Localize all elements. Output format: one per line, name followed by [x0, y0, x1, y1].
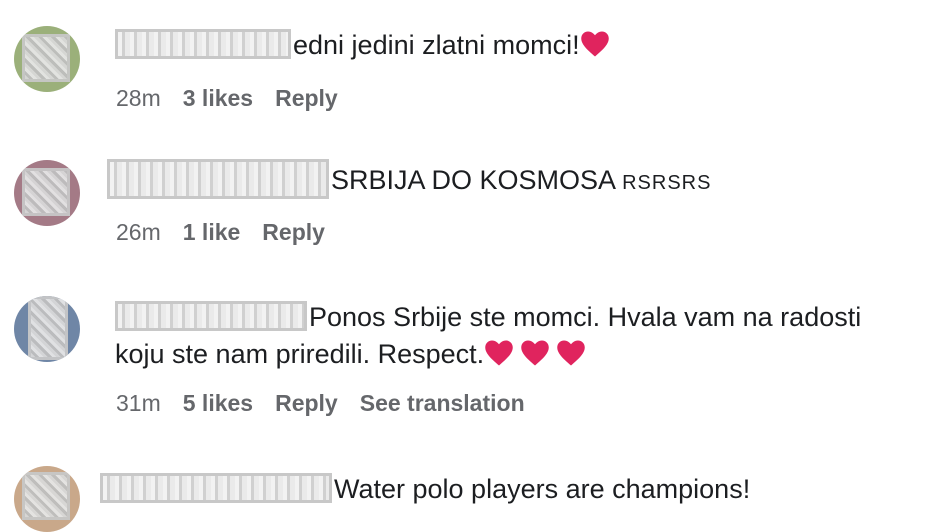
heart-icon — [485, 340, 513, 366]
heart-icon — [557, 340, 585, 366]
see-translation-button[interactable]: See translation — [360, 390, 525, 416]
redacted-username[interactable] — [115, 300, 307, 331]
likes-count[interactable]: 1 like — [183, 219, 241, 245]
avatar[interactable] — [14, 466, 80, 532]
comment-body-line1: Ponos Srbije ste momci. Hvala vam na rad… — [309, 302, 862, 332]
reply-button[interactable]: Reply — [262, 219, 325, 245]
comment-tail: RSRSRS — [622, 172, 712, 195]
comment-text: SRBIJA DO KOSMOSA RSRSRS — [107, 159, 712, 202]
comment-body: SRBIJA DO KOSMOSA — [331, 165, 615, 196]
redacted-username[interactable] — [100, 472, 332, 503]
likes-count[interactable]: 3 likes — [183, 85, 253, 111]
comment-meta: 28m 3 likes Reply — [116, 85, 360, 112]
redacted-avatar — [22, 34, 70, 82]
redacted-avatar — [22, 472, 70, 520]
heart-icon — [521, 340, 549, 366]
comment-text: edni jedini zlatni momci! — [115, 27, 610, 64]
redacted-avatar — [22, 168, 70, 216]
timestamp: 31m — [116, 390, 161, 416]
likes-count[interactable]: 5 likes — [183, 390, 253, 416]
comment-text: Ponos Srbije ste momci. Hvala vam na rad… — [115, 299, 861, 336]
reply-button[interactable]: Reply — [275, 85, 338, 111]
redacted-username[interactable] — [115, 28, 291, 59]
timestamp: 28m — [116, 85, 161, 111]
comment-body-line2: koju ste nam priredili. Respect. — [115, 339, 485, 369]
heart-icon — [580, 31, 609, 57]
comment-meta: 26m 1 like Reply — [116, 219, 347, 246]
comment-body: edni jedini zlatni momci! — [293, 30, 580, 60]
comment-body: Water polo players are champions! — [334, 474, 751, 504]
comment-text: Water polo players are champions! — [100, 471, 750, 508]
avatar[interactable] — [14, 26, 80, 92]
avatar[interactable] — [14, 296, 80, 362]
timestamp: 26m — [116, 219, 161, 245]
redacted-username[interactable] — [107, 159, 329, 199]
redacted-avatar — [28, 296, 68, 360]
comment-text-line2: koju ste nam priredili. Respect. — [115, 336, 586, 373]
reply-button[interactable]: Reply — [275, 390, 338, 416]
avatar[interactable] — [14, 160, 80, 226]
comment-meta: 31m 5 likes Reply See translation — [116, 390, 547, 417]
